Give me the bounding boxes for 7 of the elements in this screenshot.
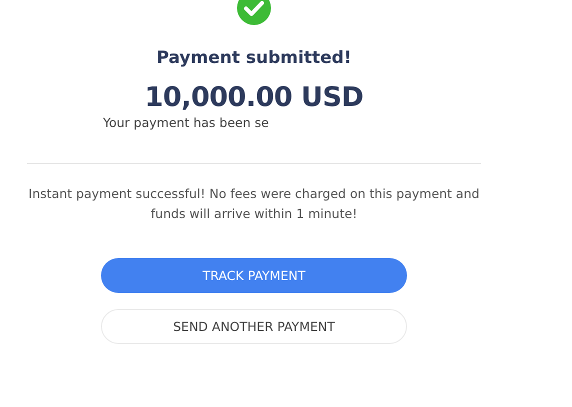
send-another-button[interactable]: SEND ANOTHER PAYMENT	[101, 309, 407, 344]
status-title: Payment submitted!	[156, 48, 352, 68]
payment-note: Your payment has been se	[103, 115, 269, 130]
track-payment-button[interactable]: TRACK PAYMENT	[101, 258, 407, 293]
payment-amount: 10,000.00 USD	[144, 82, 364, 113]
status-message: Instant payment successful! No fees were charged on this payment and funds will arrive within 1 minute!	[28, 185, 480, 223]
success-check-icon	[237, 0, 271, 25]
